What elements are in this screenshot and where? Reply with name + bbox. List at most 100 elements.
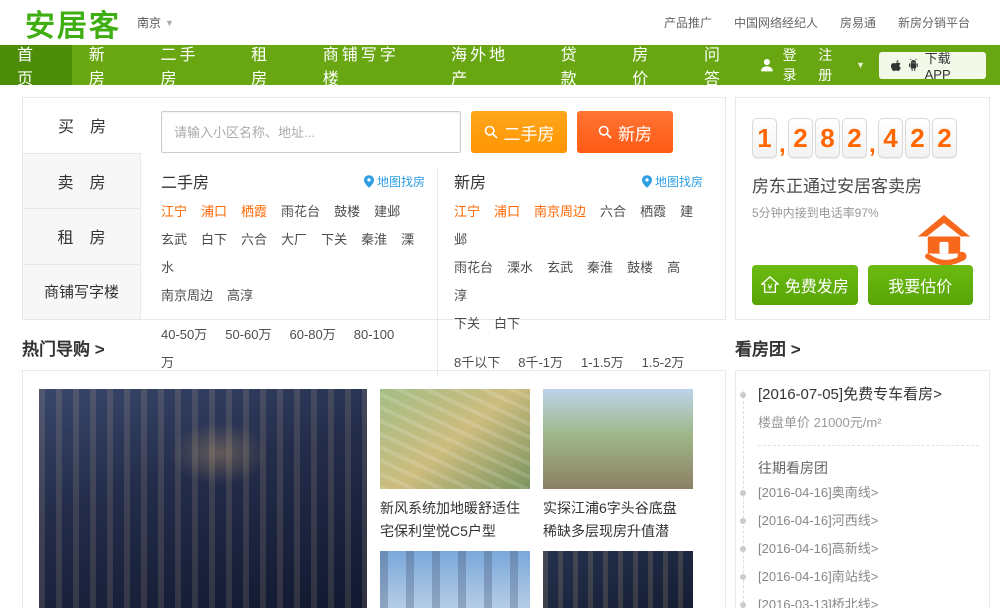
nav-item-prices[interactable]: 房价 (615, 45, 687, 88)
nav-item-resale[interactable]: 二手房 (143, 45, 234, 88)
nav-item-overseas[interactable]: 海外地产 (434, 45, 543, 88)
district-link[interactable]: 南京周边 (161, 288, 213, 303)
property-photo[interactable] (380, 389, 530, 489)
toplink-product-promo[interactable]: 产品推广 (664, 14, 712, 31)
tour-history-link[interactable]: [2016-04-16]南站线> (758, 564, 979, 590)
search-input[interactable] (161, 111, 461, 153)
register-link[interactable]: 注册 (818, 45, 846, 85)
tab-buy-house[interactable]: 买 房 (23, 98, 141, 154)
nav-item-loans[interactable]: 贷款 (544, 45, 616, 88)
toplink-broker-network[interactable]: 中国网络经纪人 (734, 14, 818, 31)
district-link[interactable]: 六合 (241, 232, 267, 247)
district-link[interactable]: 栖霞 (640, 204, 666, 219)
counter-digit: 8 (815, 118, 840, 158)
download-app-button[interactable]: 下载APP (878, 51, 986, 82)
android-icon (908, 58, 918, 71)
property-photo[interactable] (543, 551, 693, 608)
house-tour-title[interactable]: 看房团 > (735, 340, 990, 360)
hot-deal-caption[interactable]: 新风系统加地暖舒适住宅保利堂悦C5户型 (380, 489, 530, 551)
district-link[interactable]: 浦口 (201, 204, 227, 219)
xinfang-map-link[interactable]: 地图找房 (641, 173, 703, 190)
property-photo[interactable] (380, 551, 530, 608)
tour-history-link[interactable]: [2016-03-13]桥北线> (758, 592, 979, 608)
tour-featured-link[interactable]: [2016-07-05]免费专车看房> (758, 385, 979, 405)
search-icon (598, 125, 612, 139)
toplink-newhome-distribution[interactable]: 新房分销平台 (898, 14, 970, 31)
post-listing-button[interactable]: ¥ 免费发房 (752, 265, 858, 305)
search-row-section: 买 房 卖 房 租 房 商铺写字楼 二手房 (22, 97, 990, 377)
tour-history-link[interactable]: [2016-04-16]奥南线> (758, 480, 979, 506)
district-row: 下关 白下 (454, 310, 703, 338)
search-resale-label: 二手房 (503, 124, 555, 144)
district-link[interactable]: 大厂 (281, 232, 307, 247)
price-range-link[interactable]: 1-1.5万 (581, 355, 624, 370)
chevron-down-icon: ▼ (165, 17, 174, 28)
quick-link-columns: 二手房 地图找房 江宁 浦口 栖霞 雨花台 鼓楼 建邺 玄武 白下 六合 大厂 … (161, 167, 725, 377)
district-link[interactable]: 江宁 (161, 204, 187, 219)
seller-buttons: ¥ 免费发房 我要估价 (752, 265, 973, 305)
timeline-dot-icon (740, 574, 746, 580)
nav-item-qa[interactable]: 问答 (687, 45, 759, 88)
district-link[interactable]: 江宁 (454, 204, 480, 219)
counter-digit: 2 (905, 118, 930, 158)
tab-sell-house[interactable]: 卖 房 (23, 153, 141, 209)
tour-history-link[interactable]: [2016-04-16]河西线> (758, 508, 979, 534)
nav-item-commercial[interactable]: 商铺写字楼 (306, 45, 434, 88)
district-link[interactable]: 鼓楼 (334, 204, 360, 219)
house-tour-card: [2016-07-05]免费专车看房> 楼盘单价 21000元/m² 往期看房团… (735, 370, 990, 608)
district-link[interactable]: 南京周边 (534, 204, 586, 219)
district-link[interactable]: 玄武 (161, 232, 187, 247)
tab-commercial[interactable]: 商铺写字楼 (23, 264, 141, 319)
district-link[interactable]: 下关 (454, 316, 480, 331)
price-range-link[interactable]: 60-80万 (290, 327, 336, 342)
estimate-button[interactable]: 我要估价 (867, 265, 973, 305)
tab-rent-house[interactable]: 租 房 (23, 209, 141, 265)
district-link[interactable]: 栖霞 (241, 204, 267, 219)
price-range-link[interactable]: 50-60万 (225, 327, 271, 342)
district-link[interactable]: 高淳 (227, 288, 253, 303)
seller-headline: 房东正通过安居客卖房 (752, 177, 922, 196)
district-link[interactable]: 下关 (321, 232, 347, 247)
counter-digit: 2 (932, 118, 957, 158)
district-link[interactable]: 雨花台 (454, 260, 493, 275)
district-link[interactable]: 秦淮 (587, 260, 613, 275)
district-link[interactable]: 鼓楼 (627, 260, 653, 275)
district-link[interactable]: 秦淮 (361, 232, 387, 247)
featured-property-photo[interactable] (39, 389, 367, 608)
map-pin-icon (363, 174, 374, 188)
district-link[interactable]: 白下 (201, 232, 227, 247)
district-link[interactable]: 白下 (494, 316, 520, 331)
price-row: 8千以下 8千-1万 1-1.5万 1.5-2万 (454, 349, 703, 377)
main-content: 买 房 卖 房 租 房 商铺写字楼 二手房 (22, 97, 990, 608)
search-resale-button[interactable]: 二手房 (471, 111, 567, 153)
district-link[interactable]: 玄武 (547, 260, 573, 275)
tour-history-link[interactable]: [2016-04-16]高新线> (758, 536, 979, 562)
nav-item-home[interactable]: 首页 (0, 45, 72, 88)
district-link[interactable]: 建邺 (374, 204, 400, 219)
district-link[interactable]: 六合 (600, 204, 626, 219)
price-range-link[interactable]: 8千以下 (454, 355, 500, 370)
hot-deals-card: 新风系统加地暖舒适住宅保利堂悦C5户型 实探江浦6字头谷底盘 稀缺多层现房升值潜 (22, 370, 726, 608)
price-range-link[interactable]: 1.5-2万 (642, 355, 685, 370)
city-selector[interactable]: 南京 ▼ (137, 14, 174, 31)
search-card: 买 房 卖 房 租 房 商铺写字楼 二手房 (22, 97, 726, 377)
nav-item-rent[interactable]: 租房 (234, 45, 306, 88)
hot-deal-caption[interactable]: 实探江浦6字头谷底盘 稀缺多层现房升值潜 (543, 489, 693, 551)
toplink-fangyitong[interactable]: 房易通 (840, 14, 876, 31)
district-link[interactable]: 溧水 (507, 260, 533, 275)
anjuke-logo[interactable]: 安居客 (25, 1, 121, 45)
search-newhome-button[interactable]: 新房 (577, 111, 673, 153)
district-link[interactable]: 浦口 (494, 204, 520, 219)
top-links: 产品推广 中国网络经纪人 房易通 新房分销平台 (664, 14, 970, 31)
ershoufang-map-link[interactable]: 地图找房 (363, 173, 425, 190)
property-photo[interactable] (543, 389, 693, 489)
tour-history-item: [2016-04-16]南站线> (740, 564, 979, 590)
chevron-down-icon[interactable]: ▼ (856, 60, 865, 70)
hot-deal-item: 实探江浦6字头谷底盘 稀缺多层现房升值潜 (543, 389, 693, 608)
district-link[interactable]: 雨花台 (281, 204, 320, 219)
nav-item-new-homes[interactable]: 新房 (72, 45, 144, 88)
price-range-link[interactable]: 8千-1万 (518, 355, 563, 370)
search-content: 二手房 新房 二手房 (141, 98, 725, 377)
login-link[interactable]: 登录 (783, 45, 811, 85)
price-range-link[interactable]: 40-50万 (161, 327, 207, 342)
